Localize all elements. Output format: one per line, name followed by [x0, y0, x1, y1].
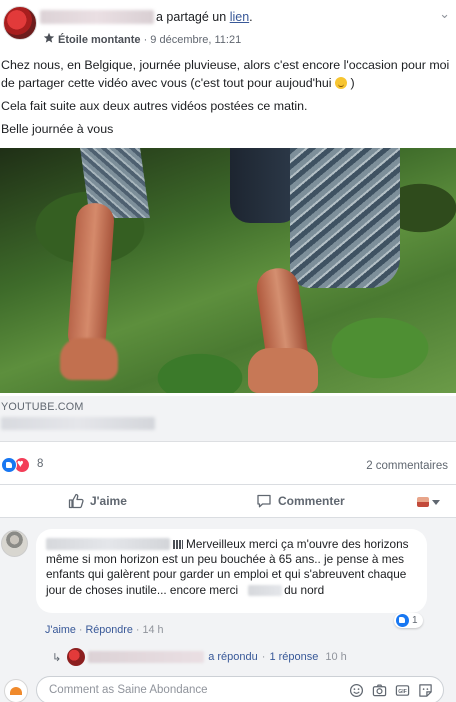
reaction-audience-selector[interactable] [417, 497, 440, 507]
wink-emoji-icon [335, 77, 347, 89]
post-header: a partagé un lien. Étoile montante · 9 d… [0, 0, 456, 52]
like-reaction-icon [396, 614, 409, 627]
comments-count[interactable]: 2 commentaires [366, 460, 448, 472]
action-bar: J'aime Commenter [0, 484, 456, 518]
gif-icon[interactable]: GIF [395, 683, 410, 698]
post-paragraph: Chez nous, en Belgique, journée pluvieus… [1, 58, 450, 90]
shared-suffix: a partagé un [156, 10, 227, 24]
reactions-summary: 8 2 commentaires [0, 454, 456, 476]
page-avatar [4, 679, 28, 702]
replies-summary[interactable]: ↳ a répondu · 1 réponse 10 h [52, 648, 347, 666]
reply-arrow-icon: ↳ [52, 651, 62, 664]
comment-placeholder: Comment as Saine Abondance [49, 684, 208, 696]
replied-label: a répondu [208, 651, 258, 663]
thumbnail-arm [66, 201, 116, 355]
composer-tools: GIF [349, 683, 433, 698]
video-thumbnail[interactable] [0, 148, 456, 393]
author-name-redacted[interactable] [40, 10, 154, 24]
comment-label: Commenter [278, 494, 345, 508]
thumbs-up-icon [68, 493, 84, 509]
sticker-icon[interactable] [418, 683, 433, 698]
comment-reaction-count: 1 [412, 615, 418, 626]
commenter-avatar[interactable] [1, 530, 28, 557]
post-meta: Étoile montante · 9 décembre, 11:21 [43, 32, 241, 46]
commenter-name-redacted[interactable] [46, 538, 170, 550]
comment-actions: J'aime · Répondre · 14 h [45, 624, 164, 636]
comment-reaction-badge[interactable]: 1 [394, 613, 423, 628]
comment-reply-link[interactable]: Répondre [85, 624, 132, 636]
author-avatar[interactable] [3, 6, 37, 40]
comment-text-tail: du nord [284, 582, 325, 597]
reply-time: 10 h [325, 651, 347, 663]
like-reaction-icon[interactable] [1, 457, 17, 473]
like-label: J'aime [90, 494, 127, 508]
mini-avatar [417, 497, 429, 507]
comment-redacted-word [248, 584, 283, 596]
post-body: Chez nous, en Belgique, journée pluvieus… [0, 56, 450, 143]
like-button[interactable]: J'aime [68, 493, 127, 509]
comment-bubble: Merveilleux merci ça m'ouvre des horizon… [36, 529, 427, 613]
thumbnail-sleeve [290, 148, 400, 288]
chevron-down-icon [432, 499, 440, 505]
shared-text: a partagé un lien. [156, 10, 253, 24]
link-title-redacted [1, 417, 155, 430]
camera-icon[interactable] [372, 683, 387, 698]
post-paragraph: Cela fait suite aux deux autres vidéos p… [1, 99, 308, 113]
post-date[interactable]: 9 décembre, 11:21 [150, 34, 241, 46]
reaction-count[interactable]: 8 [37, 458, 43, 470]
comment-like-link[interactable]: J'aime [45, 624, 76, 636]
thumbnail-hand [248, 348, 318, 393]
shared-link[interactable]: lien [230, 10, 249, 24]
comment-time[interactable]: 14 h [143, 624, 164, 636]
comments-section: Merveilleux merci ça m'ouvre des horizon… [0, 518, 456, 702]
comment-button[interactable]: Commenter [256, 493, 345, 509]
svg-text:GIF: GIF [398, 689, 407, 695]
link-preview-caption[interactable]: YOUTUBE.COM [0, 396, 456, 442]
comment-composer: Comment as Saine Abondance GIF [0, 675, 456, 702]
replier-name-redacted [88, 651, 205, 663]
link-domain: YOUTUBE.COM [1, 401, 84, 413]
post-options-chevron-icon[interactable]: ⌄ [439, 6, 450, 22]
badge-label[interactable]: Étoile montante [58, 34, 141, 46]
meta-separator: · [140, 34, 151, 46]
replier-avatar [67, 648, 86, 666]
thumbnail-hand [60, 338, 118, 380]
comment-input[interactable]: Comment as Saine Abondance GIF [36, 676, 444, 702]
emoji-icon[interactable] [349, 683, 364, 698]
star-icon [43, 32, 55, 43]
reply-count[interactable]: 1 réponse [269, 651, 318, 663]
comment-badge-icon [173, 540, 183, 549]
comment-bubble-icon [256, 493, 272, 509]
post-paragraph: Belle journée à vous [1, 122, 114, 136]
